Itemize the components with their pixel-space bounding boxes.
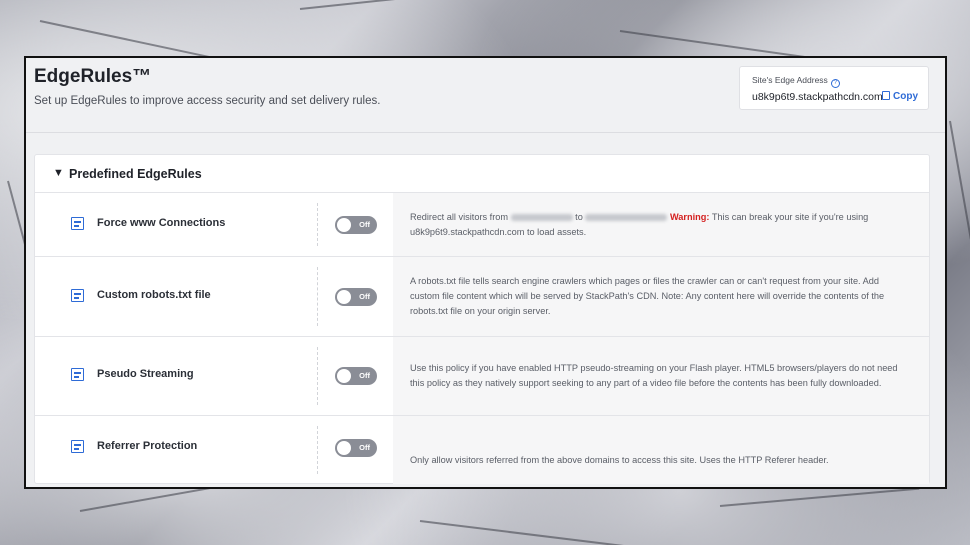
edge-address-label: Site's Edge Address? [752, 75, 840, 88]
divider [317, 347, 318, 405]
copy-icon [882, 91, 890, 100]
redacted-domain [510, 213, 573, 221]
edge-address-card: Site's Edge Address? u8k9p6t9.stackpathc… [739, 66, 929, 110]
toggle-label: Off [359, 443, 370, 452]
rule-description: Use this policy if you have enabled HTTP… [410, 363, 898, 388]
help-icon[interactable]: ? [830, 79, 840, 88]
force-www-toggle[interactable]: Off [335, 216, 377, 234]
edge-address-value: u8k9p6t9.stackpathcdn.com [752, 91, 883, 103]
divider [317, 426, 318, 474]
rule-name: Pseudo Streaming [97, 368, 194, 380]
rule-name: Force www Connections [97, 217, 226, 229]
rule-name: Custom robots.txt file [97, 289, 211, 301]
predefined-edgerules-panel: ▼ Predefined EdgeRules Force www Connect… [34, 154, 930, 484]
toggle-knob [337, 290, 351, 304]
rule-description: A robots.txt file tells search engine cr… [410, 276, 885, 316]
rule-row-robots: Custom robots.txt file Off A robots.txt … [35, 257, 929, 337]
toggle-knob [337, 218, 351, 232]
rule-description: Only allow visitors referred from the ab… [410, 455, 829, 465]
copy-button[interactable]: Copy [882, 91, 918, 102]
chevron-down-icon[interactable]: ▼ [53, 167, 64, 179]
toggle-label: Off [359, 220, 370, 229]
pseudo-streaming-toggle[interactable]: Off [335, 367, 377, 385]
edgerules-window: EdgeRules™ Set up EdgeRules to improve a… [24, 56, 947, 489]
document-icon [71, 217, 84, 230]
toggle-label: Off [359, 292, 370, 301]
rule-row-force-www: Force www Connections Off Redirect all v… [35, 193, 929, 257]
panel-title: Predefined EdgeRules [69, 167, 202, 181]
robots-toggle[interactable]: Off [335, 288, 377, 306]
redacted-domain [585, 213, 668, 221]
page-header: EdgeRules™ Set up EdgeRules to improve a… [26, 58, 945, 133]
rule-description: Redirect all visitors from to Warning: T… [410, 211, 869, 237]
page-subtitle: Set up EdgeRules to improve access secur… [34, 95, 381, 107]
toggle-knob [337, 441, 351, 455]
warning-label: Warning: [669, 211, 710, 222]
divider [317, 203, 318, 246]
referrer-toggle[interactable]: Off [335, 439, 377, 457]
panel-header[interactable]: ▼ Predefined EdgeRules [35, 155, 929, 193]
rule-name: Referrer Protection [97, 440, 198, 452]
toggle-label: Off [359, 371, 370, 380]
document-icon [71, 289, 84, 302]
document-icon [71, 440, 84, 453]
document-icon [71, 368, 84, 381]
divider [317, 267, 318, 326]
rule-row-pseudo-streaming: Pseudo Streaming Off Use this policy if … [35, 337, 929, 416]
page-title: EdgeRules™ [34, 66, 152, 87]
rule-row-referrer: Referrer Protection Off Only allow visit… [35, 416, 929, 484]
toggle-knob [337, 369, 351, 383]
